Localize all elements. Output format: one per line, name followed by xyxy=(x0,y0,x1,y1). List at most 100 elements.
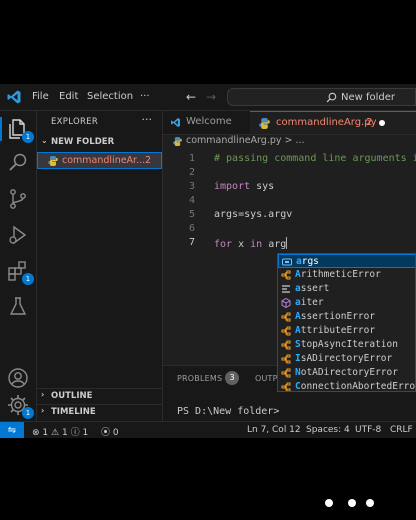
tab-label: Welcome xyxy=(186,116,232,127)
explorer-sidebar: EXPLORER ··· ⌄ NEW FOLDER commandlineAr.… xyxy=(37,111,163,421)
line-number: 2 xyxy=(188,167,195,178)
suggestion-item[interactable]: aiter xyxy=(278,296,415,310)
breadcrumb-text: commandlineArg.py > ... xyxy=(186,135,305,146)
code-token: arg xyxy=(262,239,287,250)
source-control-icon[interactable] xyxy=(6,187,30,211)
accounts-icon[interactable] xyxy=(6,366,30,390)
function-icon xyxy=(281,297,291,309)
encoding-status[interactable]: UTF-8 xyxy=(355,425,381,435)
file-name: commandlineAr... xyxy=(62,155,146,166)
keyword-token: in xyxy=(250,239,263,250)
code-token: x xyxy=(232,239,251,250)
suggestion-rest: sADirectoryError xyxy=(300,353,393,364)
suggestion-item[interactable]: StopAsyncIteration xyxy=(278,338,415,352)
python-file-icon xyxy=(48,156,58,166)
remote-indicator-icon[interactable]: ⇋ xyxy=(0,422,24,438)
tab-welcome[interactable]: Welcome xyxy=(163,111,249,134)
timeline-label: TIMELINE xyxy=(51,407,96,417)
code-line: import sys xyxy=(214,181,274,192)
terminal-prompt[interactable]: PS D:\New folder> xyxy=(177,406,279,417)
code-line: args=sys.argv xyxy=(214,209,293,220)
suggestion-item[interactable]: NotADirectoryError xyxy=(278,366,415,380)
folder-header[interactable]: ⌄ NEW FOLDER xyxy=(37,136,162,150)
chevron-right-icon: › xyxy=(41,406,45,415)
suggestion-rest: rgs xyxy=(301,256,319,267)
search-icon xyxy=(326,92,337,103)
extensions-badge: 1 xyxy=(22,273,34,285)
class-icon xyxy=(281,382,291,391)
tab-problems[interactable]: PROBLEMS xyxy=(177,374,222,383)
suggestion-rest: ssert xyxy=(300,283,330,294)
explorer-title: EXPLORER xyxy=(51,117,99,127)
suggestion-label: args xyxy=(296,256,319,267)
keyword-icon xyxy=(281,284,291,294)
suggestion-item[interactable]: AssertionError xyxy=(278,310,415,324)
suggestion-rest: ssertionError xyxy=(300,311,376,322)
eol-status[interactable]: CRLF xyxy=(390,425,413,435)
indentation-status[interactable]: Spaces: 4 xyxy=(306,425,350,435)
suggestion-label: ConnectionAbortedError xyxy=(295,381,415,391)
suggestion-item[interactable]: IsADirectoryError xyxy=(278,352,415,366)
error-count: 1 xyxy=(42,428,49,438)
ports-status[interactable]: ⦿ 0 xyxy=(101,425,119,438)
breadcrumb[interactable]: commandlineArg.py > ... xyxy=(163,135,416,149)
outline-label: OUTLINE xyxy=(51,391,93,401)
explorer-more-button[interactable]: ··· xyxy=(142,113,153,126)
timeline-section[interactable]: › TIMELINE xyxy=(37,404,162,420)
info-count: 1 xyxy=(82,428,89,438)
page-dot[interactable] xyxy=(325,499,333,507)
line-number: 4 xyxy=(188,195,195,206)
problems-status[interactable]: ⊗ 1 ⚠ 1 ⓘ 1 xyxy=(32,425,88,438)
unsaved-dot-icon[interactable] xyxy=(379,120,385,126)
suggestion-label: assert xyxy=(295,283,329,294)
settings-gear-icon[interactable]: 1 xyxy=(6,393,34,419)
testing-flask-icon[interactable] xyxy=(6,295,30,319)
back-arrow-icon[interactable]: ← xyxy=(186,84,196,110)
suggestion-item[interactable]: assert xyxy=(278,282,415,296)
code-line: for x in arg xyxy=(214,237,288,250)
outline-section[interactable]: › OUTLINE xyxy=(37,388,162,404)
code-token: sys xyxy=(250,181,275,192)
extensions-icon[interactable]: 1 xyxy=(6,259,34,285)
run-debug-icon[interactable] xyxy=(6,223,30,247)
explorer-badge: 1 xyxy=(22,131,34,143)
suggestion-item[interactable]: ConnectionAbortedError xyxy=(278,380,415,391)
chevron-right-icon: › xyxy=(41,390,45,399)
vscode-logo-icon xyxy=(7,90,21,104)
suggestion-label: ArithmeticError xyxy=(295,269,381,280)
menu-file[interactable]: File xyxy=(32,84,49,110)
suggestion-item[interactable]: args xyxy=(278,254,415,268)
keyword-token: import xyxy=(214,181,251,192)
explorer-icon[interactable]: 1 xyxy=(0,117,34,143)
class-icon xyxy=(281,312,291,322)
suggestion-rest: topAsyncIteration xyxy=(300,339,398,350)
menu-edit[interactable]: Edit xyxy=(59,84,78,110)
text-cursor xyxy=(286,237,288,249)
settings-badge: 1 xyxy=(22,407,34,419)
file-item[interactable]: commandlineAr... 2 xyxy=(37,152,162,169)
title-bar: File Edit Selection ··· ← → New folder xyxy=(0,84,416,111)
problems-count-badge: 3 xyxy=(225,371,239,385)
suggestion-label: IsADirectoryError xyxy=(295,353,392,364)
tab-commandlinearg[interactable]: commandlineArg.py 2 xyxy=(250,111,416,134)
warning-count: 1 xyxy=(61,428,68,438)
page-dot[interactable] xyxy=(348,499,356,507)
suggestion-item[interactable]: ArithmeticError xyxy=(278,268,415,282)
page-dot[interactable] xyxy=(366,499,374,507)
line-number: 6 xyxy=(188,223,195,234)
command-center[interactable]: New folder xyxy=(227,88,416,106)
search-view-icon[interactable] xyxy=(6,151,30,175)
cursor-position[interactable]: Ln 7, Col 12 xyxy=(247,425,301,435)
file-problem-count: 2 xyxy=(144,155,151,166)
menu-more[interactable]: ··· xyxy=(140,84,150,110)
autocomplete-list[interactable]: args ArithmeticError assert aiter AssertionE… xyxy=(277,253,416,392)
line-number: 7 xyxy=(188,237,195,248)
menu-selection[interactable]: Selection xyxy=(87,84,133,110)
folder-name: NEW FOLDER xyxy=(51,137,115,147)
forward-arrow-icon[interactable]: → xyxy=(206,84,216,110)
suggestion-item[interactable]: AttributeError xyxy=(278,324,415,338)
class-icon xyxy=(281,326,291,336)
class-icon xyxy=(281,340,291,350)
line-number: 5 xyxy=(188,209,195,220)
suggestion-rest: rithmeticError xyxy=(300,269,381,280)
